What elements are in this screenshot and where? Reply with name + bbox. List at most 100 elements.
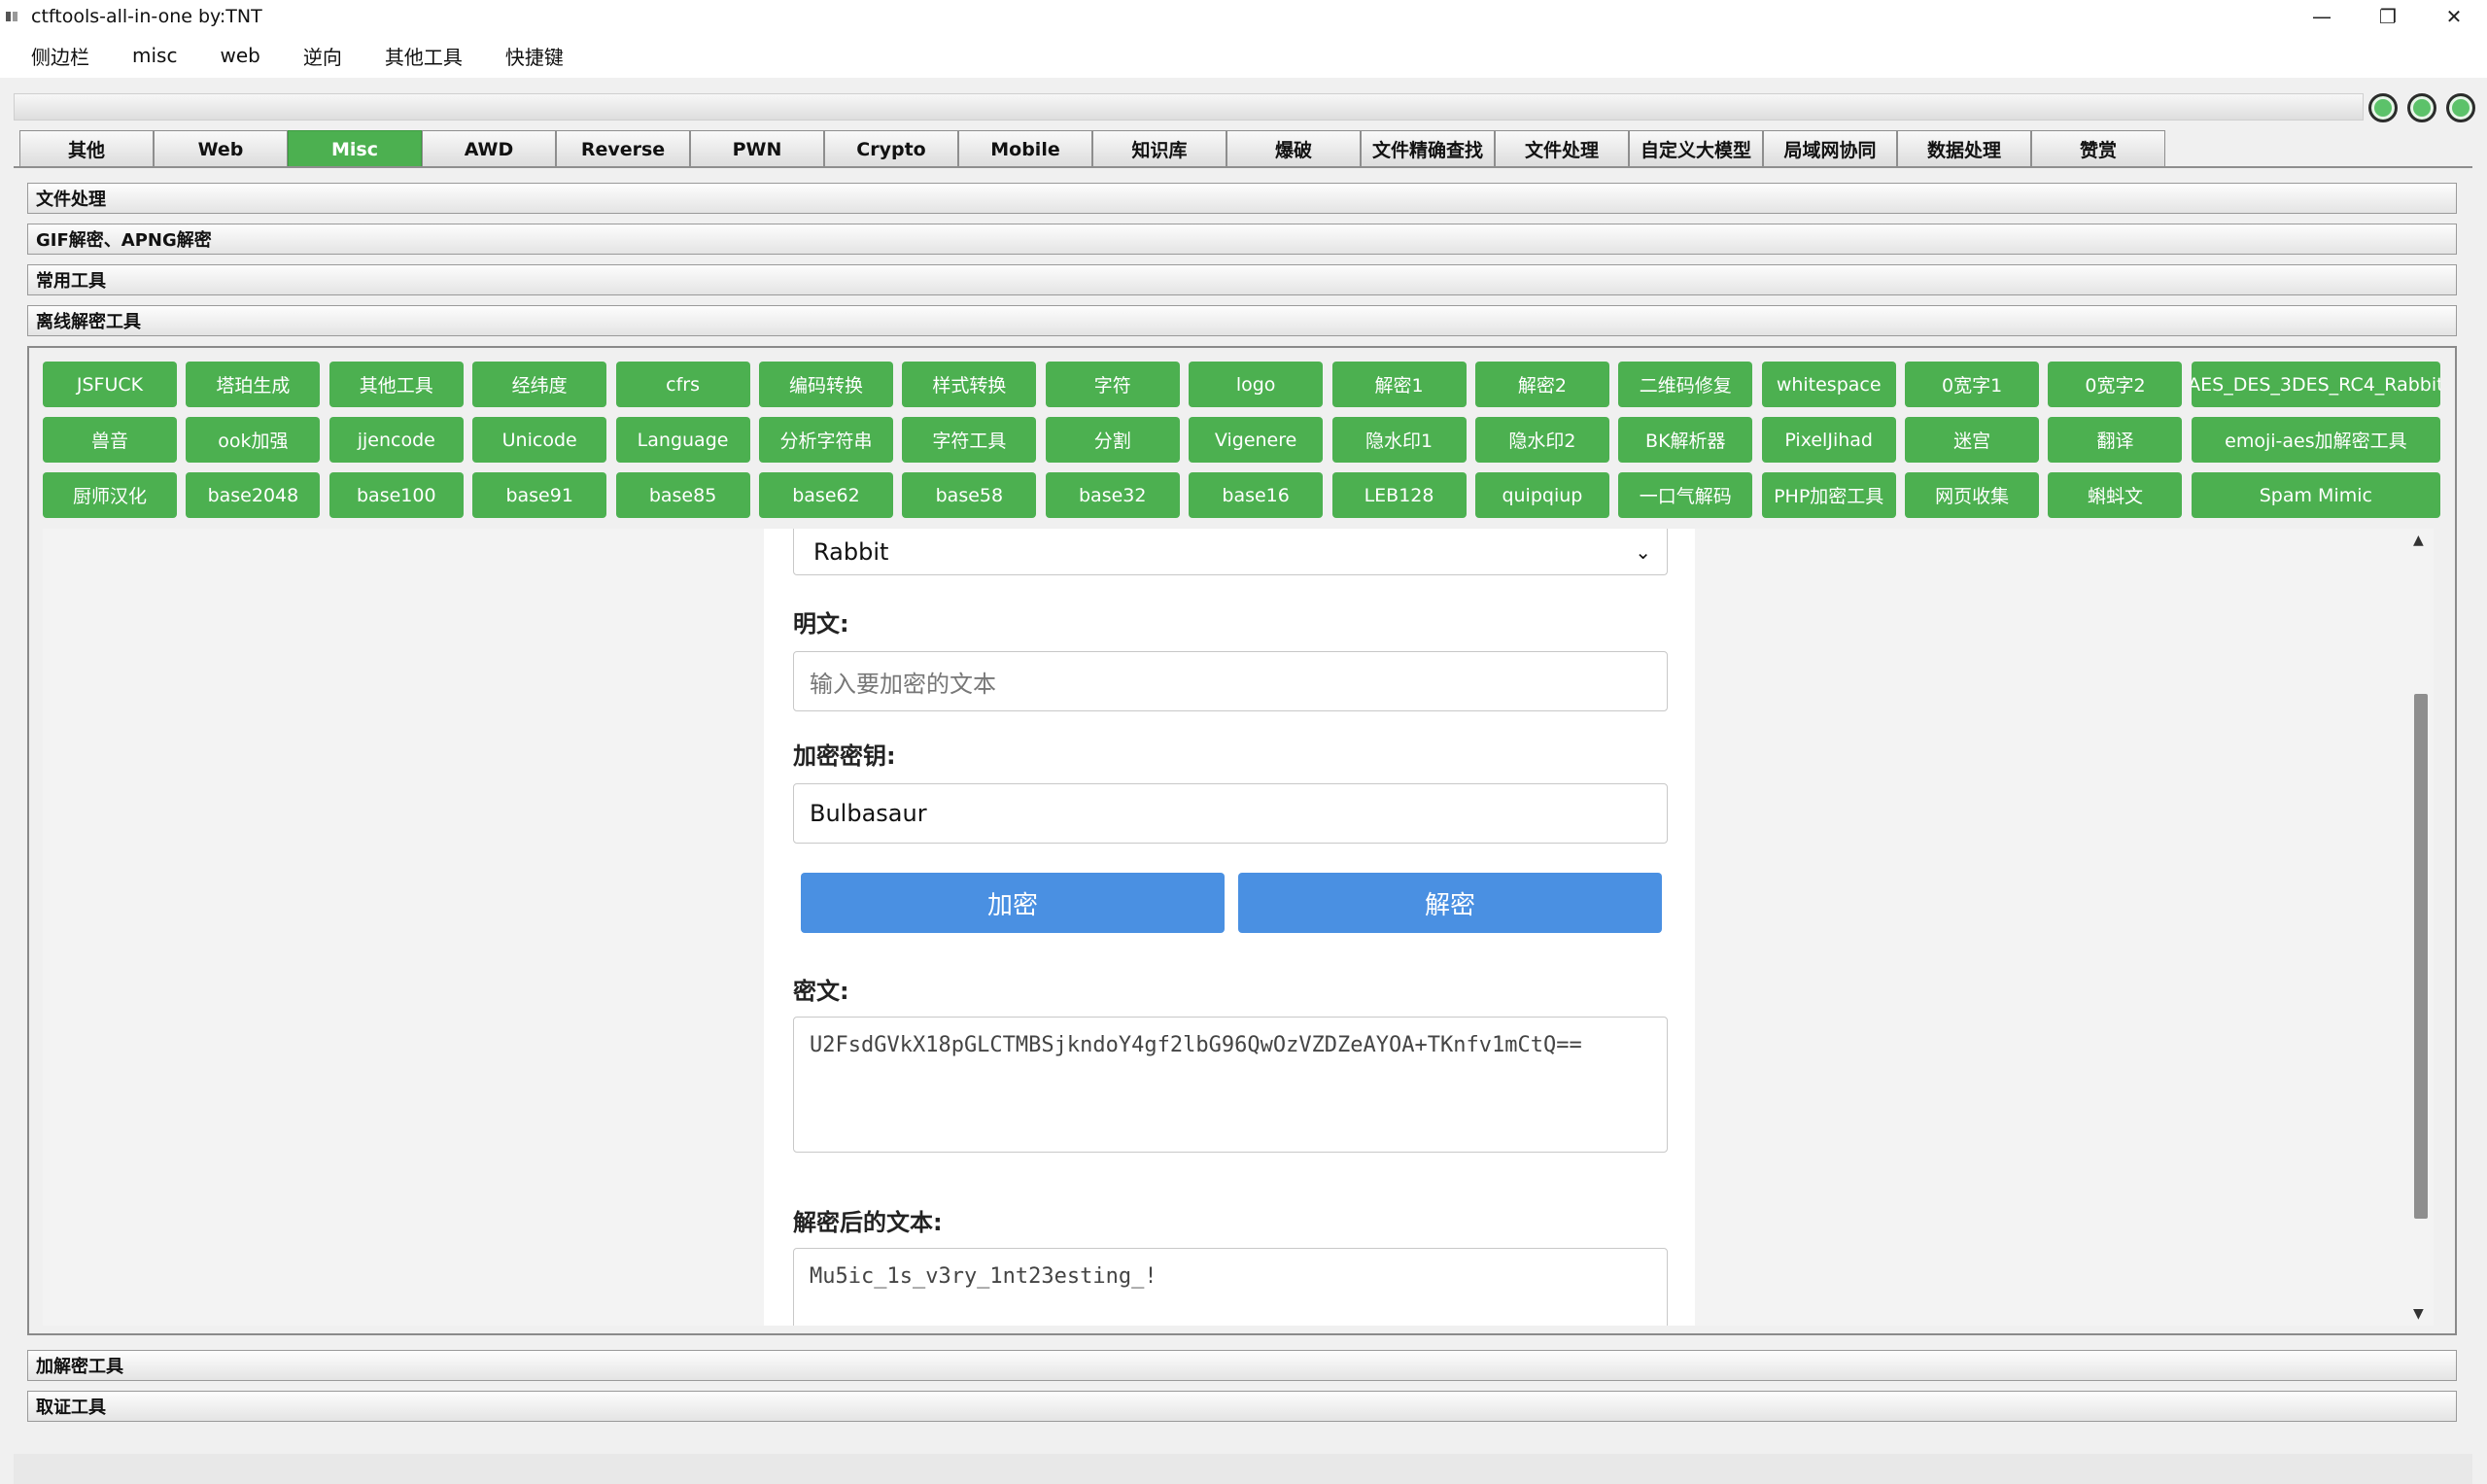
scroll-down-arrow-icon[interactable]: ▼ bbox=[2413, 1306, 2424, 1322]
tab-7[interactable]: Mobile bbox=[958, 130, 1092, 167]
section-gif-apng[interactable]: GIF解密、APNG解密 bbox=[27, 224, 2457, 255]
tab-8[interactable]: 知识库 bbox=[1092, 130, 1226, 167]
restore-button[interactable]: ❐ bbox=[2355, 0, 2421, 33]
menu-bar: 侧边栏 misc web 逆向 其他工具 快捷键 bbox=[0, 33, 2487, 78]
crypto-form: Rabbit ⌄ 明文: 输入要加密的文本 加密密钥: Bulbasaur 加密… bbox=[764, 529, 1695, 1326]
tool-button[interactable]: 一口气解码 bbox=[1618, 472, 1753, 518]
tool-button[interactable]: JSFUCK bbox=[43, 362, 177, 407]
tool-button[interactable]: 二维码修复 bbox=[1618, 362, 1753, 407]
tool-button[interactable]: ook加强 bbox=[186, 417, 321, 463]
tool-button[interactable]: Spam Mimic bbox=[2191, 472, 2440, 518]
tab-3[interactable]: AWD bbox=[422, 130, 556, 167]
webview-scrollbar[interactable]: ▲ ▼ bbox=[2408, 529, 2434, 1326]
tab-0[interactable]: 其他 bbox=[19, 130, 154, 167]
tool-button[interactable]: emoji-aes加解密工具 bbox=[2191, 417, 2440, 463]
tool-button[interactable]: cfrs bbox=[615, 362, 750, 407]
tool-button[interactable]: 迷宫 bbox=[1905, 417, 2040, 463]
menu-item-web[interactable]: web bbox=[198, 44, 281, 67]
section-file-processing[interactable]: 文件处理 bbox=[27, 183, 2457, 214]
algorithm-select-value: Rabbit bbox=[813, 537, 889, 566]
section-offline-decrypt[interactable]: 离线解密工具 bbox=[27, 305, 2457, 336]
tool-button[interactable]: 兽音 bbox=[43, 417, 177, 463]
tool-button[interactable]: 解密1 bbox=[1331, 362, 1467, 407]
tool-button[interactable]: 隐水印1 bbox=[1331, 417, 1467, 463]
circle-button-2[interactable] bbox=[2407, 93, 2436, 122]
section-crypto-tools[interactable]: 加解密工具 bbox=[27, 1350, 2457, 1381]
tool-button[interactable]: 0宽字2 bbox=[2048, 362, 2183, 407]
tool-button[interactable]: 经纬度 bbox=[472, 362, 607, 407]
tab-15[interactable]: 赞赏 bbox=[2031, 130, 2165, 167]
tool-button[interactable]: 字符工具 bbox=[902, 417, 1037, 463]
tab-2[interactable]: Misc bbox=[288, 130, 422, 167]
tool-button[interactable]: base58 bbox=[902, 472, 1037, 518]
app-icon bbox=[6, 11, 23, 22]
tool-button[interactable]: 编码转换 bbox=[758, 362, 893, 407]
key-input[interactable]: Bulbasaur bbox=[793, 783, 1668, 844]
plaintext-label: 明文: bbox=[793, 610, 849, 638]
scroll-thumb[interactable] bbox=[2414, 694, 2428, 1219]
tool-button[interactable]: Unicode bbox=[472, 417, 607, 463]
tool-button[interactable]: quipqiup bbox=[1474, 472, 1609, 518]
main-tabs: 其他 Web Misc AWD Reverse PWN Crypto Mobile 知识库 爆破文… bbox=[19, 130, 2165, 167]
tool-button[interactable]: 蝌蚪文 bbox=[2048, 472, 2183, 518]
tab-10[interactable]: 文件精确查找 bbox=[1361, 130, 1495, 167]
tab-13[interactable]: 局域网协同 bbox=[1763, 130, 1897, 167]
menu-item-reverse[interactable]: 逆向 bbox=[282, 42, 363, 70]
section-common-tools[interactable]: 常用工具 bbox=[27, 264, 2457, 295]
tool-button[interactable]: 分割 bbox=[1045, 417, 1180, 463]
tool-button[interactable]: 隐水印2 bbox=[1474, 417, 1609, 463]
algorithm-select[interactable]: Rabbit ⌄ bbox=[793, 529, 1668, 575]
tool-button[interactable]: 厨师汉化 bbox=[43, 472, 177, 518]
ciphertext-textarea[interactable]: U2FsdGVkX18pGLCTMBSjkndoY4gf2lbG96QwOzVZ… bbox=[793, 1017, 1668, 1153]
tool-button[interactable]: jjencode bbox=[328, 417, 464, 463]
tool-button[interactable]: Language bbox=[615, 417, 750, 463]
toolbar-strip bbox=[14, 93, 2364, 121]
section-forensics-tools[interactable]: 取证工具 bbox=[27, 1391, 2457, 1422]
tool-button[interactable]: 0宽字1 bbox=[1905, 362, 2040, 407]
tab-6[interactable]: Crypto bbox=[824, 130, 958, 167]
tool-button[interactable]: BK解析器 bbox=[1618, 417, 1753, 463]
menu-item-sidebar[interactable]: 侧边栏 bbox=[10, 42, 111, 70]
close-button[interactable]: ✕ bbox=[2421, 0, 2487, 33]
tool-button[interactable]: Vigenere bbox=[1189, 417, 1324, 463]
tool-button[interactable]: AES_DES_3DES_RC4_Rabbit bbox=[2191, 362, 2440, 407]
tool-button[interactable]: base16 bbox=[1189, 472, 1324, 518]
tool-button[interactable]: 翻译 bbox=[2048, 417, 2183, 463]
plaintext-input[interactable]: 输入要加密的文本 bbox=[793, 651, 1668, 711]
encrypt-button[interactable]: 加密 bbox=[801, 873, 1225, 933]
tool-button[interactable]: 其他工具 bbox=[328, 362, 464, 407]
tab-4[interactable]: Reverse bbox=[556, 130, 690, 167]
tab-9[interactable]: 爆破 bbox=[1226, 130, 1361, 167]
decrypted-textarea[interactable]: Mu5ic_1s_v3ry_1nt23esting_! bbox=[793, 1248, 1668, 1326]
tool-button[interactable]: 字符 bbox=[1045, 362, 1180, 407]
tool-button[interactable]: LEB128 bbox=[1331, 472, 1467, 518]
circle-button-3[interactable] bbox=[2446, 93, 2475, 122]
tool-button[interactable]: base100 bbox=[328, 472, 464, 518]
tool-button[interactable]: 塔珀生成 bbox=[186, 362, 321, 407]
tab-11[interactable]: 文件处理 bbox=[1495, 130, 1629, 167]
tool-button[interactable]: PixelJihad bbox=[1761, 417, 1896, 463]
tool-button[interactable]: whitespace bbox=[1761, 362, 1896, 407]
tab-14[interactable]: 数据处理 bbox=[1897, 130, 2031, 167]
tool-button[interactable]: base91 bbox=[472, 472, 607, 518]
tool-button[interactable]: 分析字符串 bbox=[758, 417, 893, 463]
tool-button[interactable]: 网页收集 bbox=[1905, 472, 2040, 518]
minimize-button[interactable]: — bbox=[2289, 0, 2355, 33]
tool-button[interactable]: base85 bbox=[615, 472, 750, 518]
tool-button[interactable]: base2048 bbox=[186, 472, 321, 518]
tool-button[interactable]: base32 bbox=[1045, 472, 1180, 518]
tool-button[interactable]: 样式转换 bbox=[902, 362, 1037, 407]
tool-button[interactable]: logo bbox=[1189, 362, 1324, 407]
tool-button[interactable]: 解密2 bbox=[1474, 362, 1609, 407]
menu-item-shortcuts[interactable]: 快捷键 bbox=[484, 42, 585, 70]
scroll-up-arrow-icon[interactable]: ▲ bbox=[2413, 533, 2424, 548]
decrypt-button[interactable]: 解密 bbox=[1238, 873, 1662, 933]
circle-button-1[interactable] bbox=[2368, 93, 2398, 122]
menu-item-misc[interactable]: misc bbox=[111, 44, 198, 67]
tab-5[interactable]: PWN bbox=[690, 130, 824, 167]
tab-12[interactable]: 自定义大模型 bbox=[1629, 130, 1763, 167]
tool-button[interactable]: base62 bbox=[758, 472, 893, 518]
tab-1[interactable]: Web bbox=[154, 130, 288, 167]
menu-item-other-tools[interactable]: 其他工具 bbox=[363, 42, 484, 70]
tool-button[interactable]: PHP加密工具 bbox=[1761, 472, 1896, 518]
